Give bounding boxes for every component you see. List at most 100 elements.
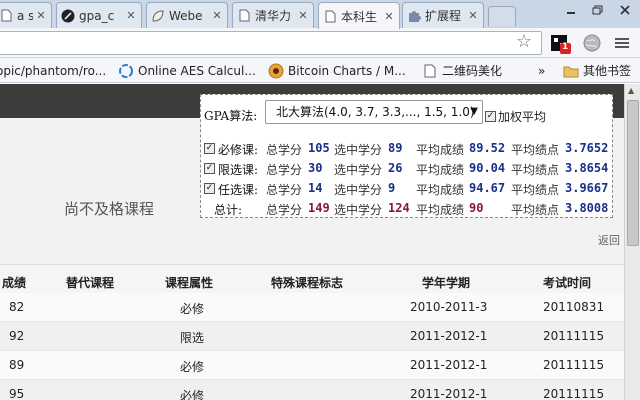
table-row: 92 限选 2011-2012-1 20111115 xyxy=(0,322,624,351)
avg-gpa-key: 平均绩点 xyxy=(511,163,560,177)
address-bar[interactable] xyxy=(0,31,542,55)
row-label: 总计: xyxy=(214,203,243,217)
cell-exam-date: 20110831 xyxy=(543,300,605,314)
extension-badge-button[interactable]: 1 xyxy=(549,32,571,54)
column-header: 成绩 xyxy=(2,276,27,290)
tab-2[interactable]: Webe ✕ xyxy=(146,2,228,28)
total-credit-key: 总学分 xyxy=(266,143,303,157)
avg-gpa-value: 3.8654 xyxy=(565,161,609,175)
cell-attribute: 必修 xyxy=(180,302,205,316)
gpa-algorithm-label: GPA算法: xyxy=(204,109,258,123)
window-close-icon[interactable] xyxy=(610,0,640,20)
avg-score-value: 90 xyxy=(469,201,484,215)
weighted-average-label: 加权平均 xyxy=(498,110,547,124)
total-credit-key: 总学分 xyxy=(266,203,303,217)
table-row: 95 必修 2011-2012-1 20111115 xyxy=(0,380,624,400)
no-fail-courses-title: 尚不及格课程 xyxy=(64,200,155,218)
total-credit-value: 105 xyxy=(308,141,330,155)
back-link[interactable]: 返回 xyxy=(598,232,620,248)
selected-algorithm: 北大算法(4.0, 3.7, 3.3,..., 1.5, 1.0) xyxy=(276,105,475,119)
avg-score-key: 平均成绩 xyxy=(416,183,465,197)
cell-exam-date: 20111115 xyxy=(543,387,605,400)
menu-button[interactable] xyxy=(611,32,633,54)
close-icon[interactable]: ✕ xyxy=(211,9,223,22)
avg-gpa-key: 平均绩点 xyxy=(511,203,560,217)
cell-attribute: 必修 xyxy=(180,389,205,400)
scroll-up-arrow-icon[interactable]: ▲ xyxy=(628,86,634,95)
bookmark-label: Online AES Calcul... xyxy=(138,63,256,78)
selected-credit-key: 选中学分 xyxy=(334,163,383,177)
scrollbar-thumb[interactable] xyxy=(627,100,639,246)
close-icon[interactable]: ✕ xyxy=(383,10,395,23)
avg-gpa-key: 平均绩点 xyxy=(511,143,560,157)
globe-icon xyxy=(583,34,601,52)
column-header: 学年学期 xyxy=(422,276,471,290)
bookmark-label: 其他书签 xyxy=(583,64,632,78)
selected-credit-value: 26 xyxy=(388,161,403,175)
selected-credit-value: 9 xyxy=(388,181,396,195)
tab-0[interactable]: a sm ✕ xyxy=(0,2,52,28)
avg-score-key: 平均成绩 xyxy=(416,143,465,157)
gpa-algorithm-select[interactable]: 北大算法(4.0, 3.7, 3.3,..., 1.5, 1.0) ▼ xyxy=(265,100,483,124)
minimize-icon[interactable] xyxy=(558,0,584,20)
selected-credit-key: 选中学分 xyxy=(334,183,383,197)
column-header: 考试时间 xyxy=(543,276,592,290)
selected-credit-value: 124 xyxy=(388,201,410,215)
bookmarks-overflow-chevron[interactable]: » xyxy=(538,61,545,80)
new-tab-button[interactable] xyxy=(488,6,516,26)
weighted-average-checkbox[interactable]: ✓ xyxy=(485,111,496,122)
globe-extension-button[interactable] xyxy=(581,32,603,54)
tab-label: a sm xyxy=(17,8,33,23)
avg-score-value: 90.04 xyxy=(469,161,506,175)
close-icon[interactable]: ✕ xyxy=(125,9,137,22)
tab-5[interactable]: 扩展程 ✕ xyxy=(402,2,484,28)
close-icon[interactable]: ✕ xyxy=(297,9,309,22)
bookmark-1[interactable]: Online AES Calcul... xyxy=(118,61,256,80)
tab-4-active[interactable]: 本科生 ✕ xyxy=(318,2,400,29)
spiral-icon xyxy=(118,63,134,79)
bookmark-0[interactable]: opic/phantom/ro... xyxy=(0,61,106,80)
weighted-average-option[interactable]: ✓ 加权平均 xyxy=(485,108,546,125)
cell-score: 89 xyxy=(9,358,25,372)
other-bookmarks-folder[interactable]: 其他书签 xyxy=(563,61,631,80)
document-icon xyxy=(422,63,438,79)
tab-3[interactable]: 清华力 ✕ xyxy=(232,2,314,28)
avg-score-value: 89.52 xyxy=(469,141,506,155)
column-header: 替代课程 xyxy=(66,276,115,290)
wrench-icon xyxy=(615,38,629,48)
address-input[interactable] xyxy=(0,32,541,54)
gpa-row-total: 总计: 总学分 149 选中学分 124 平均成绩 90 平均绩点 3.8008 xyxy=(204,201,612,219)
cell-score: 82 xyxy=(9,300,25,314)
tab-label: gpa_c xyxy=(79,8,115,23)
close-icon[interactable]: ✕ xyxy=(467,9,479,22)
table-row: 82 必修 2010-2011-3 20110831 xyxy=(0,293,624,322)
column-header: 课程属性 xyxy=(165,276,214,290)
total-credit-value: 149 xyxy=(308,201,330,215)
gpa-row-optional: ✓ 任选课: 总学分 14 选中学分 9 平均成绩 94.67 平均绩点 3.9… xyxy=(204,181,612,199)
cell-attribute: 限选 xyxy=(180,331,205,345)
avg-gpa-value: 3.8008 xyxy=(565,201,609,215)
limited-course-checkbox[interactable]: ✓ xyxy=(204,163,215,174)
total-credit-value: 30 xyxy=(308,161,323,175)
page-scrollbar[interactable]: ▲ xyxy=(624,84,640,400)
folder-icon xyxy=(563,63,579,79)
tab-label: 清华力 xyxy=(255,9,292,23)
tab-label: 扩展程 xyxy=(425,9,462,23)
tab-label: 本科生 xyxy=(341,9,378,24)
bookmark-2[interactable]: Bitcoin Charts / M... xyxy=(268,61,406,80)
cell-attribute: 必修 xyxy=(180,360,205,374)
required-course-checkbox[interactable]: ✓ xyxy=(204,143,215,154)
tab-1[interactable]: gpa_c ✕ xyxy=(56,2,142,28)
close-icon[interactable]: ✕ xyxy=(35,9,47,22)
puzzle-icon xyxy=(407,9,421,23)
total-credit-value: 14 xyxy=(308,181,323,195)
star-icon[interactable]: ☆ xyxy=(516,31,532,52)
window-controls xyxy=(558,0,640,20)
optional-course-checkbox[interactable]: ✓ xyxy=(204,183,215,194)
restore-icon[interactable] xyxy=(584,0,610,20)
total-credit-key: 总学分 xyxy=(266,163,303,177)
bookmark-3[interactable]: 二维码美化 xyxy=(422,61,502,80)
bitcoin-icon xyxy=(268,63,284,79)
table-row: 89 必修 2011-2012-1 20111115 xyxy=(0,351,624,380)
avg-score-key: 平均成绩 xyxy=(416,163,465,177)
